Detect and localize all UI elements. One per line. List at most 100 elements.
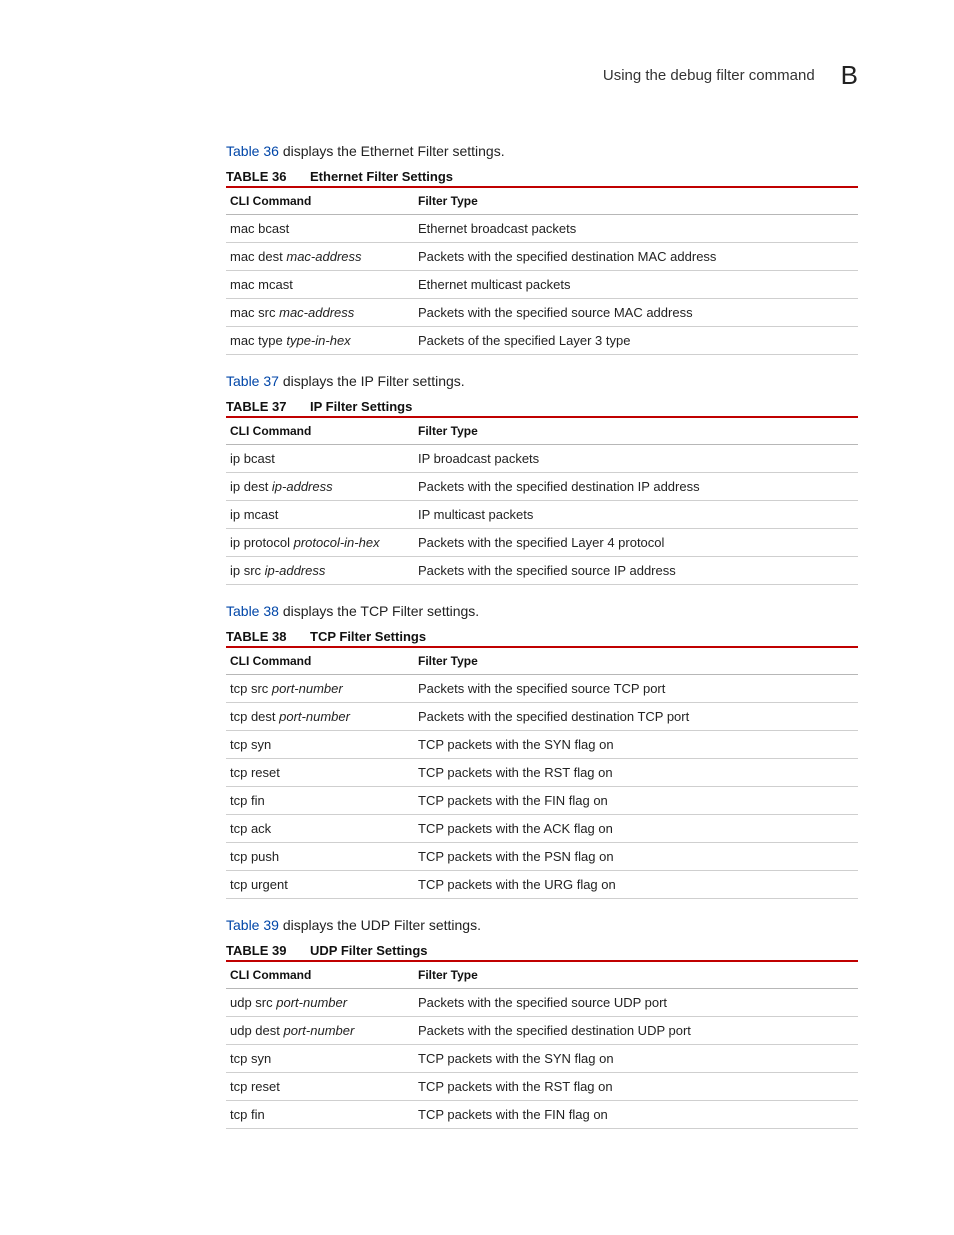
table-title: Ethernet Filter Settings: [310, 169, 453, 184]
cli-command-cell: mac type type-in-hex: [226, 327, 414, 355]
cli-command-cell: udp dest port-number: [226, 1017, 414, 1045]
cli-command: ip mcast: [230, 507, 278, 522]
cli-argument: port-number: [279, 709, 350, 724]
cli-command-cell: tcp reset: [226, 1073, 414, 1101]
intro-text: Table 36 displays the Ethernet Filter se…: [226, 143, 858, 159]
table-caption: TABLE 37IP Filter Settings: [226, 399, 858, 414]
cli-command-cell: mac src mac-address: [226, 299, 414, 327]
cli-command-cell: ip dest ip-address: [226, 473, 414, 501]
cli-command: tcp ack: [230, 821, 271, 836]
header-title: Using the debug filter command: [603, 67, 815, 84]
cli-command-cell: tcp reset: [226, 759, 414, 787]
cli-command: tcp push: [230, 849, 279, 864]
cli-command: mac src: [230, 305, 279, 320]
cli-command-cell: ip protocol protocol-in-hex: [226, 529, 414, 557]
intro-rest: displays the TCP Filter settings.: [279, 603, 479, 619]
cli-argument: port-number: [272, 681, 343, 696]
cli-argument: ip-address: [265, 563, 326, 578]
column-header: CLI Command: [226, 417, 414, 445]
cli-command-cell: tcp ack: [226, 815, 414, 843]
table-row: mac dest mac-address Packets with the spe…: [226, 243, 858, 271]
cli-argument: port-number: [276, 995, 347, 1010]
table-number: TABLE 39: [226, 943, 310, 958]
cli-command-cell: tcp syn: [226, 731, 414, 759]
cli-command: tcp fin: [230, 1107, 265, 1122]
filter-type-cell: Packets with the specified destination T…: [414, 703, 858, 731]
filter-table: CLI CommandFilter Typeudp src port-numbe…: [226, 960, 858, 1129]
table-crossref-link[interactable]: Table 36: [226, 143, 279, 159]
table-row: ip protocol protocol-in-hexPackets with …: [226, 529, 858, 557]
column-header: Filter Type: [414, 647, 858, 675]
filter-type-cell: Packets with the specified destination M…: [414, 243, 858, 271]
table-row: udp dest port-numberPackets with the spe…: [226, 1017, 858, 1045]
cli-command: tcp syn: [230, 1051, 271, 1066]
cli-argument: mac-address: [279, 305, 354, 320]
table-row: tcp finTCP packets with the FIN flag on: [226, 787, 858, 815]
table-row: tcp push TCP packets with the PSN flag on: [226, 843, 858, 871]
filter-type-cell: Packets with the specified destination U…: [414, 1017, 858, 1045]
filter-type-cell: Packets of the specified Layer 3 type: [414, 327, 858, 355]
cli-argument: protocol-in-hex: [294, 535, 380, 550]
cli-command: mac mcast: [230, 277, 293, 292]
table-row: mac type type-in-hexPackets of the speci…: [226, 327, 858, 355]
filter-type-cell: Packets with the specified Layer 4 proto…: [414, 529, 858, 557]
cli-command-cell: ip bcast: [226, 445, 414, 473]
filter-type-cell: TCP packets with the SYN flag on: [414, 731, 858, 759]
filter-type-cell: Packets with the specified source IP add…: [414, 557, 858, 585]
cli-command: tcp fin: [230, 793, 265, 808]
cli-argument: type-in-hex: [286, 333, 350, 348]
intro-rest: displays the Ethernet Filter settings.: [279, 143, 505, 159]
filter-type-cell: TCP packets with the RST flag on: [414, 759, 858, 787]
table-title: TCP Filter Settings: [310, 629, 426, 644]
cli-command-cell: mac bcast: [226, 215, 414, 243]
filter-table: CLI CommandFilter Typeip bcastIP broadca…: [226, 416, 858, 585]
table-row: tcp dest port-numberPackets with the spe…: [226, 703, 858, 731]
table-row: tcp resetTCP packets with the RST flag o…: [226, 1073, 858, 1101]
table-row: tcp syn TCP packets with the SYN flag on: [226, 731, 858, 759]
intro-text: Table 38 displays the TCP Filter setting…: [226, 603, 858, 619]
cli-command: ip src: [230, 563, 265, 578]
table-row: ip mcast IP multicast packets: [226, 501, 858, 529]
table-crossref-link[interactable]: Table 39: [226, 917, 279, 933]
intro-text: Table 39 displays the UDP Filter setting…: [226, 917, 858, 933]
page: Using the debug filter command B Table 3…: [0, 0, 954, 1235]
table-caption: TABLE 39UDP Filter Settings: [226, 943, 858, 958]
filter-type-cell: TCP packets with the ACK flag on: [414, 815, 858, 843]
filter-table: CLI CommandFilter Type tcp src port-numbe…: [226, 646, 858, 899]
table-row: tcp synTCP packets with the SYN flag on: [226, 1045, 858, 1073]
filter-type-cell: TCP packets with the PSN flag on: [414, 843, 858, 871]
column-header: Filter Type: [414, 417, 858, 445]
cli-command-cell: tcp syn: [226, 1045, 414, 1073]
filter-type-cell: IP broadcast packets: [414, 445, 858, 473]
cli-command-cell: tcp dest port-number: [226, 703, 414, 731]
filter-type-cell: Ethernet multicast packets: [414, 271, 858, 299]
table-row: mac src mac-addressPackets with the spec…: [226, 299, 858, 327]
filter-table: CLI CommandFilter Typemac bcastEthernet …: [226, 186, 858, 355]
table-crossref-link[interactable]: Table 38: [226, 603, 279, 619]
cli-command-cell: tcp push: [226, 843, 414, 871]
table-row: ip src ip-address Packets with the specif…: [226, 557, 858, 585]
filter-type-cell: TCP packets with the RST flag on: [414, 1073, 858, 1101]
table-row: mac mcast Ethernet multicast packets: [226, 271, 858, 299]
table-crossref-link[interactable]: Table 37: [226, 373, 279, 389]
table-row: udp src port-numberPackets with the spec…: [226, 989, 858, 1017]
cli-command: tcp src: [230, 681, 272, 696]
cli-command: tcp syn: [230, 737, 271, 752]
intro-text: Table 37 displays the IP Filter settings…: [226, 373, 858, 389]
cli-argument: ip-address: [272, 479, 333, 494]
table-row: tcp ack TCP packets with the ACK flag on: [226, 815, 858, 843]
table-row: mac bcastEthernet broadcast packets: [226, 215, 858, 243]
cli-command: mac dest: [230, 249, 286, 264]
cli-command-cell: mac mcast: [226, 271, 414, 299]
filter-type-cell: TCP packets with the URG flag on: [414, 871, 858, 899]
running-header: Using the debug filter command B: [226, 60, 858, 91]
filter-type-cell: Packets with the specified source UDP po…: [414, 989, 858, 1017]
column-header: CLI Command: [226, 961, 414, 989]
cli-command: ip protocol: [230, 535, 294, 550]
cli-command: tcp reset: [230, 765, 280, 780]
filter-type-cell: IP multicast packets: [414, 501, 858, 529]
column-header: CLI Command: [226, 647, 414, 675]
cli-command: udp dest: [230, 1023, 284, 1038]
cli-command-cell: tcp fin: [226, 1101, 414, 1129]
cli-argument: mac-address: [286, 249, 361, 264]
